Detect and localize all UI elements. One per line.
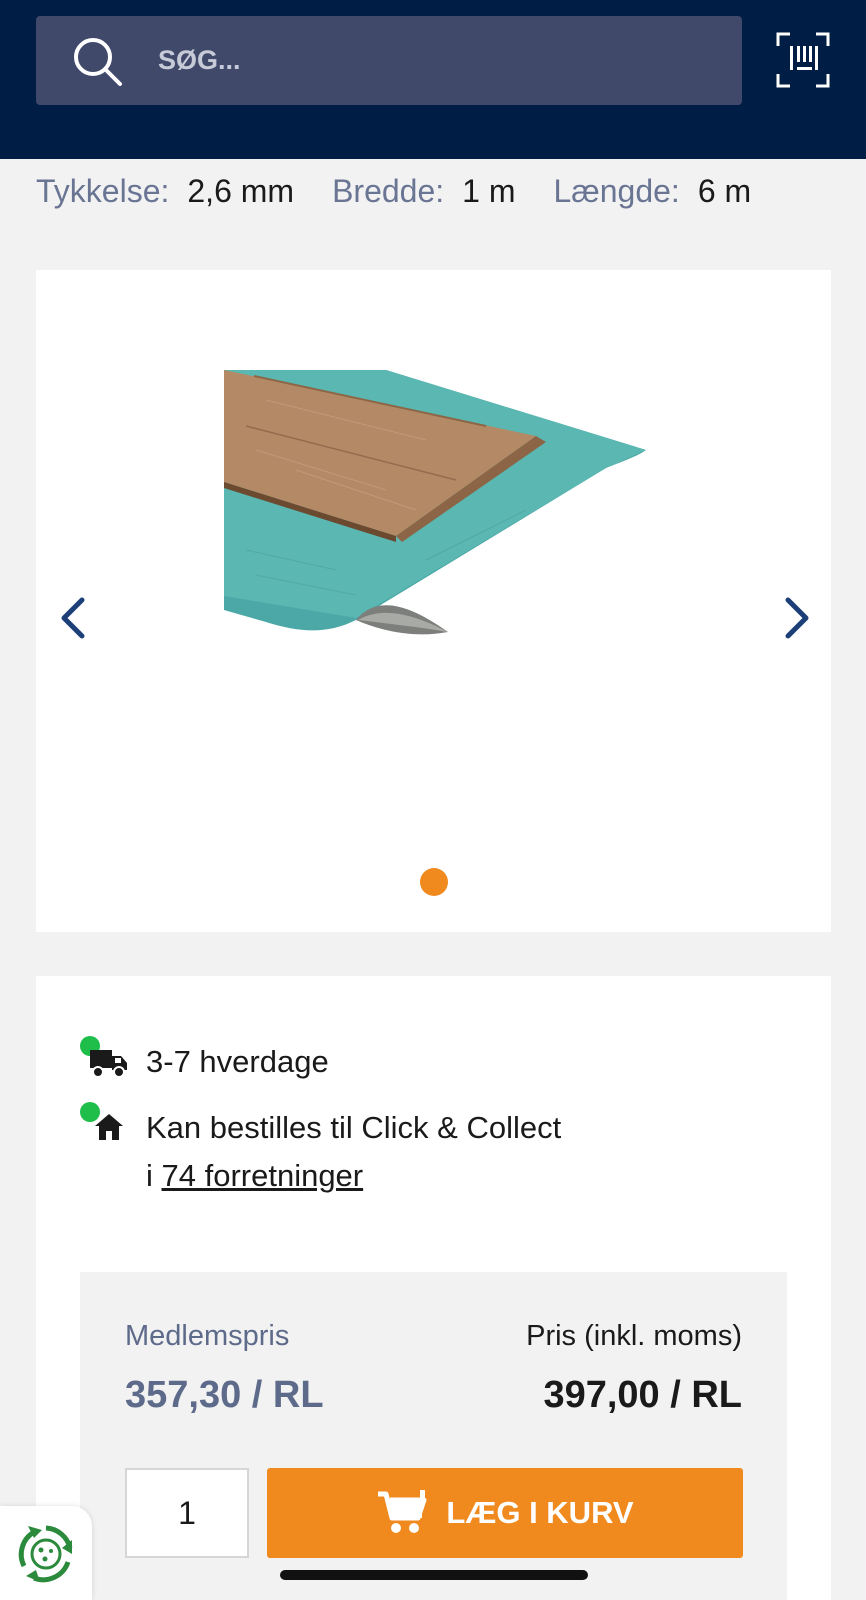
spec-width-value: 1 m [462,172,516,209]
spec-thickness-value: 2,6 mm [187,172,295,209]
click-collect-line1: Kan bestilles til Click & Collect [146,1110,562,1145]
price-box: Medlemspris 357,30 / RL Pris (inkl. moms… [80,1272,787,1600]
product-gallery [36,270,831,932]
top-header [0,0,866,159]
click-collect-status: Kan bestilles til Click & Collect i 74 f… [80,1102,561,1200]
cart-icon [378,1490,427,1533]
delivery-status: 3-7 hverdage [80,1036,329,1086]
product-image[interactable] [186,370,656,645]
chevron-left-icon[interactable] [54,590,94,646]
price-label: Pris (inkl. moms) [526,1320,742,1352]
add-to-cart-button[interactable]: LÆG I KURV [267,1468,743,1558]
member-price-label: Medlemspris [125,1320,290,1352]
eco-recycle-icon [18,1525,73,1583]
gallery-page-indicator[interactable] [420,868,448,896]
search-input[interactable] [158,16,718,105]
barcode-scan-icon[interactable] [776,32,830,88]
search-icon[interactable] [72,36,124,88]
member-price-value: 357,30 / RL [125,1374,324,1416]
collect-status-indicator [80,1102,146,1146]
delivery-time-text: 3-7 hverdage [146,1044,329,1079]
click-collect-text: Kan bestilles til Click & Collect i 74 f… [146,1104,561,1200]
chevron-right-icon[interactable] [776,590,816,646]
purchase-card: 3-7 hverdage Kan bestilles til Click & C… [36,976,831,1600]
home-indicator[interactable] [280,1570,588,1580]
stores-link[interactable]: 74 forretninger [162,1158,364,1193]
quantity-input[interactable] [125,1468,249,1558]
spec-length-value: 6 m [697,172,752,209]
eco-badge[interactable] [0,1506,92,1600]
spec-width-label: Bredde: [332,172,445,209]
house-icon [95,1114,123,1140]
add-to-cart-label: LÆG I KURV [446,1495,634,1530]
delivery-status-indicator [80,1036,146,1080]
click-collect-prefix: i [146,1158,162,1193]
truck-icon [90,1050,127,1078]
spec-thickness-label: Tykkelse: [36,172,170,209]
price-value: 397,00 / RL [543,1374,742,1416]
search-bar[interactable] [36,16,742,105]
product-specs: Tykkelse: 2,6 mm Bredde: 1 m Længde: 6 m [36,168,789,214]
spec-length-label: Længde: [553,172,680,209]
